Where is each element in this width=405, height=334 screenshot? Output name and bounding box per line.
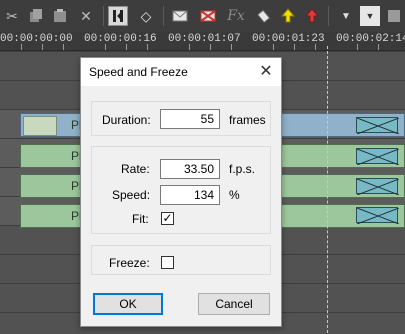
ruler-tick — [126, 44, 127, 50]
arrow-down-icon[interactable] — [302, 6, 322, 26]
ruler-tick — [273, 44, 274, 50]
chevron-down-icon[interactable]: ▼ — [336, 6, 356, 26]
fx-icon[interactable]: Fx — [226, 6, 246, 26]
toolbar-separator — [103, 6, 104, 26]
duration-group: Duration: 55 frames — [91, 101, 271, 136]
rate-label: Rate: — [121, 162, 150, 176]
ruler-tick — [105, 44, 106, 50]
dialog-title: Speed and Freeze — [89, 65, 188, 79]
transition-marker-icon[interactable] — [356, 207, 399, 224]
ruler-tick — [315, 44, 316, 50]
timecode-label: 00:00:01:07 — [168, 33, 241, 45]
transition-marker-icon[interactable] — [356, 117, 399, 134]
toolbar-separator — [328, 6, 329, 26]
duration-label: Duration: — [102, 113, 151, 127]
marker-icon[interactable]: ◇ — [136, 6, 156, 26]
timecode-label: 00:00:00:00 — [0, 33, 73, 45]
speed-unit: % — [229, 188, 240, 202]
speed-label: Speed: — [112, 188, 151, 202]
tag-icon[interactable] — [254, 6, 274, 26]
ruler-tick — [378, 44, 379, 50]
timecode-label: 00:00:02:14 — [336, 33, 405, 45]
ruler-tick — [63, 44, 64, 50]
arrow-up-icon[interactable] — [278, 6, 298, 26]
fit-label: Fit: — [132, 212, 149, 226]
fit-checkbox[interactable]: ✓ — [161, 212, 174, 225]
transition-marker-icon[interactable] — [356, 178, 399, 195]
copy-icon[interactable] — [26, 6, 46, 26]
rate-group: Rate: 33.50 f.p.s. Speed: 134 % Fit: ✓ — [91, 146, 271, 234]
toolbar-separator — [163, 6, 164, 26]
envelope-icon[interactable] — [170, 6, 190, 26]
ruler-tick — [147, 44, 148, 50]
freeze-group: Freeze: — [91, 245, 271, 275]
ruler-tick — [210, 44, 211, 50]
ruler-tick — [294, 44, 295, 50]
ok-button[interactable]: OK — [93, 293, 163, 315]
dropdown-icon[interactable]: ▼ — [360, 6, 380, 26]
timeline-toolbar: ✂ ✕ ◇ Fx ▼ ▼ — [0, 0, 405, 32]
ruler-tick — [357, 44, 358, 50]
speed-and-freeze-dialog: Speed and Freeze ✕ Duration: 55 frames R… — [80, 57, 282, 327]
paste-icon[interactable] — [50, 6, 70, 26]
ruler-tick — [42, 44, 43, 50]
mute-envelope-icon[interactable] — [198, 6, 218, 26]
settings-icon[interactable] — [384, 6, 404, 26]
clip-thumbnail — [23, 116, 57, 136]
ruler-tick — [231, 44, 232, 50]
transition-marker-icon[interactable] — [356, 148, 399, 165]
rate-unit: f.p.s. — [229, 162, 256, 176]
speed-input[interactable]: 134 — [160, 185, 220, 205]
freeze-checkbox[interactable] — [161, 256, 174, 269]
dialog-titlebar: Speed and Freeze ✕ — [81, 58, 281, 86]
timecode-label: 00:00:00:16 — [84, 33, 157, 45]
rate-input[interactable]: 33.50 — [160, 159, 220, 179]
ruler-tick — [21, 44, 22, 50]
freeze-label: Freeze: — [109, 256, 150, 270]
timecode-ruler[interactable]: 00:00:00:00 00:00:00:16 00:00:01:07 00:0… — [0, 32, 405, 51]
scissors-icon[interactable]: ✂ — [2, 6, 22, 26]
close-icon[interactable]: ✕ — [257, 62, 275, 80]
cancel-button[interactable]: Cancel — [198, 293, 270, 315]
timecode-label: 00:00:01:23 — [252, 33, 325, 45]
ruler-tick — [189, 44, 190, 50]
delete-icon[interactable]: ✕ — [76, 6, 96, 26]
split-icon[interactable] — [108, 6, 128, 26]
playhead[interactable] — [327, 46, 329, 333]
duration-input[interactable]: 55 — [160, 109, 220, 129]
duration-unit: frames — [229, 113, 266, 127]
